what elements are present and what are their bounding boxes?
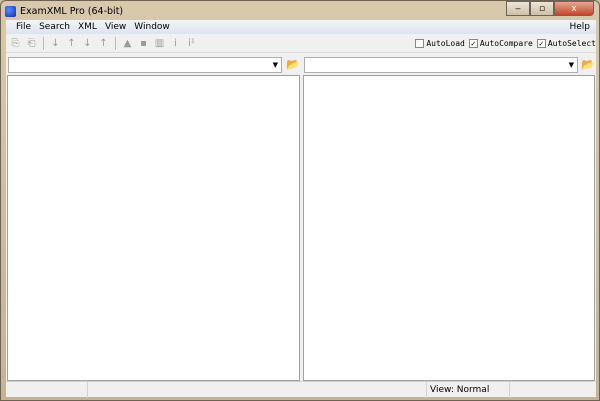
menu-search[interactable]: Search (35, 22, 74, 32)
chevron-down-icon[interactable]: ▼ (569, 61, 574, 69)
right-file-combo[interactable]: ▼ (304, 57, 578, 73)
autoselect-checkbox[interactable]: ✓ AutoSelect (536, 38, 596, 48)
toolbar-separator (115, 36, 116, 50)
minimize-button[interactable]: ‒ (506, 1, 530, 16)
status-bar: View: Normal (6, 381, 596, 398)
next-change-icon[interactable]: ↓ (81, 38, 94, 49)
left-xml-pane[interactable] (7, 75, 300, 381)
close-button[interactable]: x (554, 1, 594, 16)
open-left-folder-icon[interactable]: 📂 (286, 58, 300, 71)
info-icon[interactable]: i (169, 38, 182, 49)
autocompare-checkbox[interactable]: ✓ AutoCompare (468, 38, 533, 48)
find-binoculars-icon[interactable]: ▲ (121, 38, 134, 49)
copy-left-icon[interactable]: ⎘ (9, 38, 22, 49)
autoselect-box[interactable]: ✓ (536, 38, 546, 48)
info-details-icon[interactable]: i¹ (185, 38, 198, 49)
menu-view[interactable]: View (101, 22, 130, 32)
autoload-checkbox[interactable]: AutoLoad (415, 38, 465, 48)
next-difference-icon[interactable]: ↓ (49, 38, 62, 49)
open-right-folder-icon[interactable]: 📂 (581, 58, 595, 71)
status-cell-1 (6, 382, 88, 398)
menu-bar: File Search XML View Window Help (6, 20, 596, 34)
autocompare-box[interactable]: ✓ (468, 38, 478, 48)
left-file-combo[interactable]: ▼ (8, 57, 282, 73)
menu-window[interactable]: Window (130, 22, 174, 32)
status-cell-4 (510, 382, 596, 398)
autoload-box[interactable] (415, 38, 425, 48)
window-title: ExamXML Pro (64-bit) (20, 5, 124, 17)
title-bar: ExamXML Pro (64-bit) (5, 3, 123, 19)
toolbar: ⎘ ⎗ ↓ ↑ ↓ ↑ ▲ ▪ ▥ i i¹ AutoLoad ✓ AutoCom… (6, 34, 596, 53)
toolbar-separator (43, 36, 44, 50)
copy-right-icon[interactable]: ⎗ (25, 38, 38, 49)
previous-change-icon[interactable]: ↑ (97, 38, 110, 49)
app-window: ExamXML Pro (64-bit) ‒ ▫ x File Search X… (0, 0, 600, 401)
save-icon[interactable]: ▪ (137, 38, 150, 49)
right-xml-pane[interactable] (303, 75, 595, 381)
status-cell-2 (88, 382, 427, 398)
app-icon (5, 5, 16, 17)
previous-difference-icon[interactable]: ↑ (65, 38, 78, 49)
columns-icon[interactable]: ▥ (153, 38, 166, 49)
status-view-mode: View: Normal (427, 382, 510, 398)
menu-help[interactable]: Help (565, 22, 594, 32)
menu-xml[interactable]: XML (74, 22, 101, 32)
maximize-button[interactable]: ▫ (530, 1, 554, 16)
chevron-down-icon[interactable]: ▼ (273, 61, 278, 69)
menu-file[interactable]: File (12, 22, 35, 32)
